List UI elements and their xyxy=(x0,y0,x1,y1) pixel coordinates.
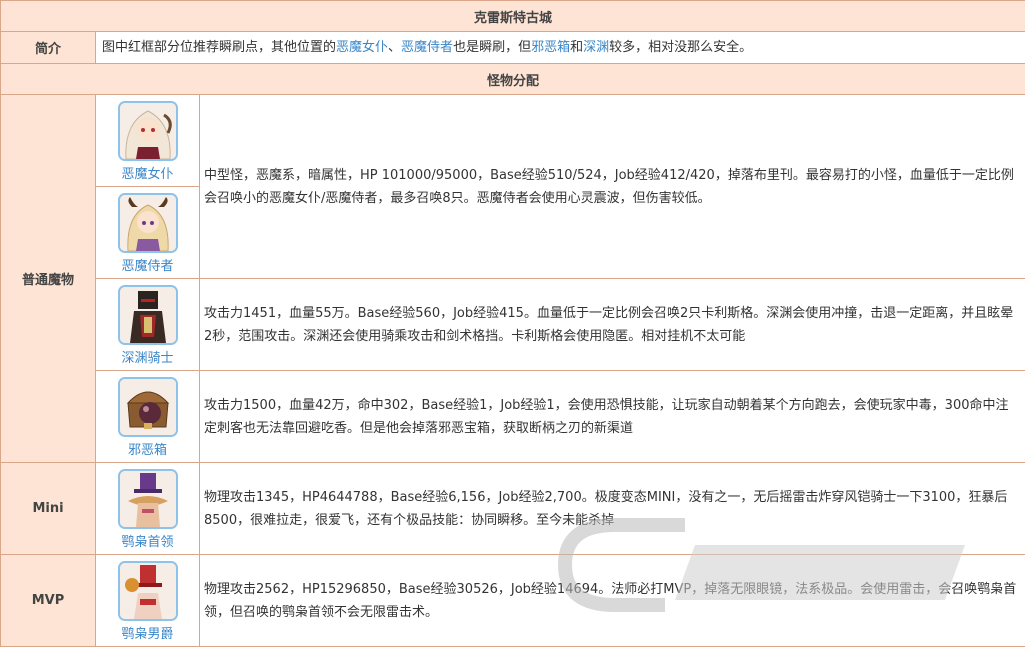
link-abyss[interactable]: 深渊 xyxy=(583,40,609,55)
link-demon-servant[interactable]: 恶魔侍者 xyxy=(401,40,453,55)
monster-name[interactable]: 恶魔女仆 xyxy=(96,163,199,182)
link-evil-chest[interactable]: 邪恶箱 xyxy=(531,40,570,55)
section-title: 怪物分配 xyxy=(1,64,1025,95)
demon-maid-portrait-icon[interactable] xyxy=(118,101,178,161)
link-demon-maid[interactable]: 恶魔女仆 xyxy=(336,40,388,55)
intro-text-part: 、 xyxy=(388,40,401,55)
monster-name[interactable]: 恶魔侍者 xyxy=(96,255,199,274)
intro-text-part: 图中红框部分位推荐瞬刷点，其他位置的 xyxy=(102,40,336,55)
group-label-mvp: MVP xyxy=(1,555,96,647)
monster-desc-knight: 攻击力1451，血量55万。Base经验560，Job经验415。血量低于一定比… xyxy=(200,279,1025,371)
owl-leader-portrait-icon[interactable] xyxy=(118,469,178,529)
demon-servant-portrait-icon[interactable] xyxy=(118,193,178,253)
group-label-mini: Mini xyxy=(1,463,96,555)
monster-name[interactable]: 深渊骑士 xyxy=(96,347,199,366)
group-label-normal: 普通魔物 xyxy=(1,95,96,463)
monster-cell-owl-baron[interactable]: 鹗枭男爵 xyxy=(96,555,200,647)
monster-cell-evil-chest[interactable]: 邪恶箱 xyxy=(96,371,200,463)
monster-desc-owl-leader: 物理攻击1345，HP4644788，Base经验6,156，Job经验2,70… xyxy=(200,463,1025,555)
intro-text-part: 较多，相对没那么安全。 xyxy=(609,40,752,55)
intro-text-part: 和 xyxy=(570,40,583,55)
intro-text-part: 也是瞬刷，但 xyxy=(453,40,531,55)
monster-cell-abyss-knight[interactable]: 深渊骑士 xyxy=(96,279,200,371)
abyss-knight-portrait-icon[interactable] xyxy=(118,285,178,345)
monster-desc-chest: 攻击力1500，血量42万，命中302，Base经验1，Job经验1，会使用恐惧… xyxy=(200,371,1025,463)
owl-baron-portrait-icon[interactable] xyxy=(118,561,178,621)
monster-desc-maid-servant: 中型怪，恶魔系，暗属性，HP 101000/95000，Base经验510/52… xyxy=(200,95,1025,279)
monster-info-table: 克雷斯特古城 简介 图中红框部分位推荐瞬刷点，其他位置的恶魔女仆、恶魔侍者也是瞬… xyxy=(0,0,1025,647)
page-title: 克雷斯特古城 xyxy=(1,1,1025,32)
monster-cell-demon-maid[interactable]: 恶魔女仆 xyxy=(96,95,200,187)
monster-name[interactable]: 邪恶箱 xyxy=(96,439,199,458)
monster-name[interactable]: 鹗枭首领 xyxy=(96,531,199,550)
monster-desc-owl-baron: 物理攻击2562，HP15296850，Base经验30526，Job经验146… xyxy=(200,555,1025,647)
monster-cell-demon-servant[interactable]: 恶魔侍者 xyxy=(96,187,200,279)
monster-name[interactable]: 鹗枭男爵 xyxy=(96,623,199,642)
evil-chest-portrait-icon[interactable] xyxy=(118,377,178,437)
intro-label: 简介 xyxy=(1,32,96,64)
monster-cell-owl-leader[interactable]: 鹗枭首领 xyxy=(96,463,200,555)
intro-text: 图中红框部分位推荐瞬刷点，其他位置的恶魔女仆、恶魔侍者也是瞬刷，但邪恶箱和深渊较… xyxy=(96,32,1025,64)
